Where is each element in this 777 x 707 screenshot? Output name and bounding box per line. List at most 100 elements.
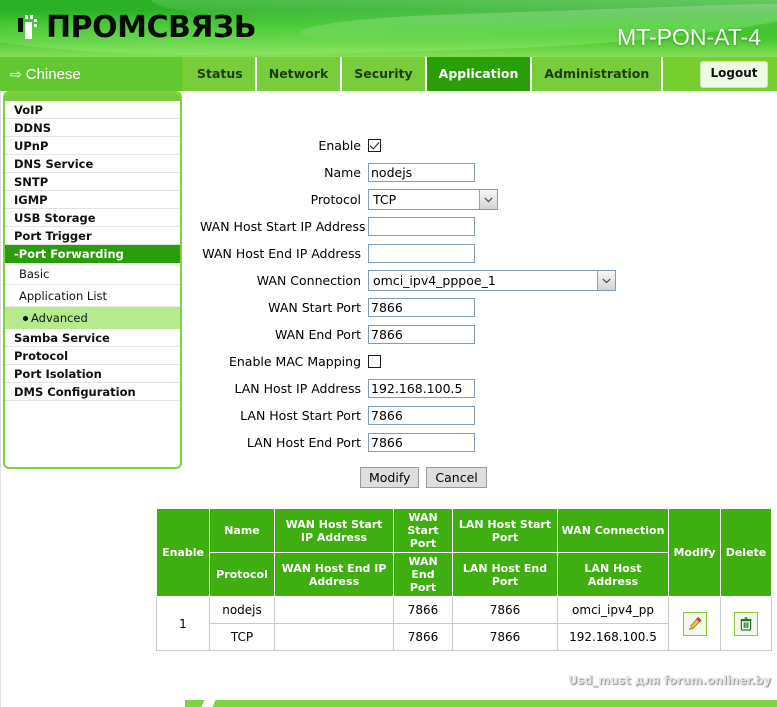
form-button-row: Modify Cancel — [200, 467, 660, 488]
cell-wan-host-start-ip — [274, 596, 394, 624]
form-row-protocol: Protocol TCP — [200, 186, 660, 213]
wan-start-port-label: WAN Start Port — [268, 300, 361, 315]
form-row-wan-end-port: WAN End Port — [200, 321, 660, 348]
sidebar-item-port-forwarding[interactable]: -Port Forwarding — [5, 245, 180, 263]
tab-administration[interactable]: Administration — [532, 57, 664, 91]
form-row-enable: Enable — [200, 132, 660, 159]
trash-icon[interactable] — [734, 611, 758, 636]
promsvyaz-logo-icon — [18, 13, 42, 43]
th-modify: Modify — [668, 508, 721, 597]
wan-host-start-ip-input[interactable] — [368, 217, 475, 236]
tab-status[interactable]: Status — [185, 57, 257, 91]
sidebar-item-igmp[interactable]: IGMP — [5, 191, 180, 209]
sidebar-item-ddns[interactable]: DDNS — [5, 119, 180, 137]
lan-host-end-port-input[interactable] — [368, 433, 475, 452]
nav-bar: ⇨ Chinese Status Network Security Applic… — [0, 57, 777, 91]
sidebar-item-upnp[interactable]: UPnP — [5, 137, 180, 155]
wan-start-port-input[interactable] — [368, 298, 475, 317]
protocol-label: Protocol — [310, 192, 361, 207]
cell-protocol: TCP — [209, 623, 275, 651]
port-forwarding-table-wrap: Enable Name WAN Host Start IP Address WA… — [156, 508, 772, 651]
chevron-down-icon — [597, 271, 615, 290]
th-wan-connection: WAN Connection — [557, 508, 669, 553]
sidebar-item-samba-service[interactable]: Samba Service — [5, 329, 180, 347]
form-row-lan-host-ip: LAN Host IP Address — [200, 375, 660, 402]
form-row-name: Name — [200, 159, 660, 186]
th-enable: Enable — [156, 508, 210, 597]
header-banner: ПРОМСВЯЗЬ MT-PON-AT-4 — [0, 0, 777, 57]
th-lan-host-end-port: LAN Host End Port — [452, 552, 558, 597]
wan-host-start-ip-label: WAN Host Start IP Address — [200, 219, 366, 234]
form-row-wan-host-start-ip: WAN Host Start IP Address — [200, 213, 660, 240]
language-switch-link[interactable]: ⇨ Chinese — [0, 57, 182, 91]
form-row-lan-host-start-port: LAN Host Start Port — [200, 402, 660, 429]
cell-wan-host-end-ip — [274, 623, 394, 651]
pencil-icon[interactable] — [682, 611, 707, 636]
sidebar-item-port-isolation[interactable]: Port Isolation — [5, 365, 180, 383]
sidebar-item-protocol[interactable]: Protocol — [5, 347, 180, 365]
sidebar-item-basic[interactable]: Basic — [5, 263, 180, 285]
sidebar-item-dns-service[interactable]: DNS Service — [5, 155, 180, 173]
name-label: Name — [324, 165, 361, 180]
th-wan-start-port: WAN Start Port — [393, 508, 453, 553]
tab-network[interactable]: Network — [256, 57, 343, 91]
wan-connection-selected-value: omci_ipv4_pppoe_1 — [373, 273, 496, 288]
cell-lan-host-address: 192.168.100.5 — [557, 623, 669, 651]
enable-mac-mapping-label: Enable MAC Mapping — [228, 354, 361, 369]
cancel-button[interactable]: Cancel — [426, 467, 487, 488]
lan-host-ip-label: LAN Host IP Address — [234, 381, 361, 396]
protocol-select[interactable]: TCP — [368, 189, 498, 210]
lan-host-start-port-label: LAN Host Start Port — [240, 408, 361, 423]
sidebar-item-voip[interactable]: VoIP — [5, 101, 180, 119]
form-row-enable-mac-mapping: Enable MAC Mapping — [200, 348, 660, 375]
cell-wan-connection: omci_ipv4_pp — [557, 596, 669, 624]
cell-delete — [720, 596, 772, 651]
protocol-selected-value: TCP — [373, 192, 397, 207]
cell-lan-host-start-port: 7866 — [452, 596, 558, 624]
enable-label: Enable — [318, 138, 361, 153]
name-input[interactable] — [368, 163, 475, 182]
th-protocol: Protocol — [209, 552, 275, 597]
language-switch-label: Chinese — [25, 65, 81, 83]
sidebar-item-sntp[interactable]: SNTP — [5, 173, 180, 191]
sidebar-item-port-trigger[interactable]: Port Trigger — [5, 227, 180, 245]
forum-watermark: Usd_must для forum.onliner.by — [568, 673, 771, 687]
wan-connection-select[interactable]: omci_ipv4_pppoe_1 — [368, 270, 616, 291]
cell-lan-host-end-port: 7866 — [452, 623, 558, 651]
cell-enable-index: 1 — [156, 596, 210, 651]
enable-checkbox[interactable] — [368, 139, 381, 152]
modify-button[interactable]: Modify — [360, 467, 420, 488]
sidebar-item-dms-configuration[interactable]: DMS Configuration — [5, 383, 180, 401]
lan-host-start-port-input[interactable] — [368, 406, 475, 425]
sidebar-item-usb-storage[interactable]: USB Storage — [5, 209, 180, 227]
footer-bar — [0, 697, 777, 707]
wan-end-port-input[interactable] — [368, 325, 475, 344]
cell-modify — [668, 596, 721, 651]
form-row-wan-connection: WAN Connection omci_ipv4_pppoe_1 — [200, 267, 660, 294]
th-lan-host-address: LAN Host Address — [557, 552, 669, 597]
table-body: 1 nodejs 7866 7866 omci_ipv4_pp TCP 7866… — [156, 596, 772, 651]
port-forwarding-form: Enable Name Protocol TCP WAN Host Start … — [200, 132, 660, 488]
sidebar-item-application-list[interactable]: Application List — [5, 285, 180, 307]
form-row-lan-host-end-port: LAN Host End Port — [200, 429, 660, 456]
tab-application[interactable]: Application — [426, 57, 533, 91]
cell-wan-end-port: 7866 — [393, 623, 453, 651]
wan-host-end-ip-input[interactable] — [368, 244, 475, 263]
cell-wan-start-port: 7866 — [393, 596, 453, 624]
th-lan-host-start-port: LAN Host Start Port — [452, 508, 558, 553]
logout-button[interactable]: Logout — [700, 61, 768, 88]
device-model: MT-PON-AT-4 — [617, 24, 761, 50]
wan-connection-label: WAN Connection — [256, 273, 361, 288]
wan-host-end-ip-label: WAN Host End IP Address — [202, 246, 361, 261]
lan-host-ip-input[interactable] — [368, 379, 475, 398]
page-left-border — [0, 91, 1, 707]
sidebar-item-advanced[interactable]: Advanced — [5, 307, 180, 329]
footer-green-stripe — [185, 700, 777, 707]
table-row: 1 nodejs 7866 7866 omci_ipv4_pp — [156, 596, 772, 651]
table-head: Enable Name WAN Host Start IP Address WA… — [156, 508, 772, 597]
sidebar: VoIP DDNS UPnP DNS Service SNTP IGMP USB… — [3, 91, 182, 469]
enable-mac-mapping-checkbox[interactable] — [368, 355, 381, 368]
sidebar-top-strip — [5, 93, 180, 101]
brand-logo: ПРОМСВЯЗЬ — [18, 9, 257, 47]
tab-security[interactable]: Security — [342, 57, 427, 91]
